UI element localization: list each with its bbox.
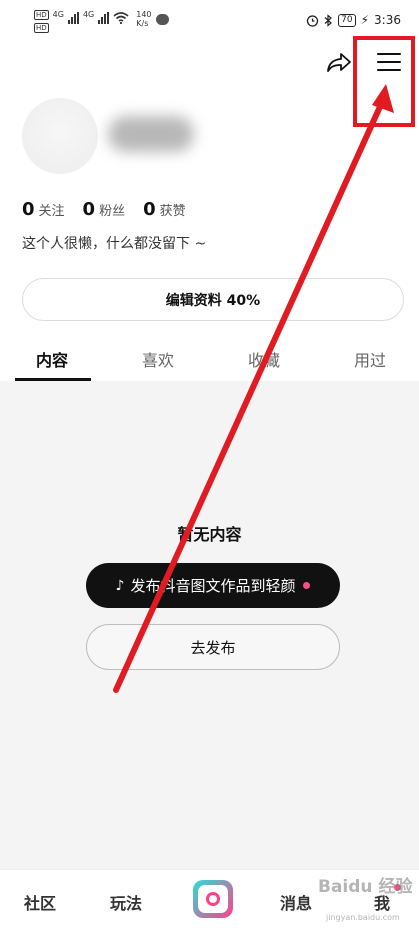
network-type-2: 4G xyxy=(82,10,95,19)
nav-community[interactable]: 社区 xyxy=(24,890,56,914)
stat-followers-count: 0 xyxy=(82,199,96,220)
annotation-highlight-box xyxy=(353,36,415,127)
watermark-url: jingyan.baidu.com xyxy=(326,913,400,922)
hd-badges: HD HD xyxy=(34,10,49,33)
stat-likes-count: 0 xyxy=(143,199,156,220)
bluetooth-icon xyxy=(324,13,333,27)
camera-icon xyxy=(198,885,228,913)
profile-stats: 0 关注 0 粉丝 0 获赞 xyxy=(22,199,186,220)
publish-douyin-label: 发布抖音图文作品到轻颜 xyxy=(130,577,296,595)
stat-likes[interactable]: 0 获赞 xyxy=(143,199,186,220)
signal-icon xyxy=(67,12,79,24)
publish-douyin-button[interactable]: ♪ 发布抖音图文作品到轻颜 xyxy=(86,563,340,608)
nav-messages[interactable]: 消息 xyxy=(280,890,312,914)
watermark: Baidu 经验 xyxy=(318,877,413,897)
hd-badge: HD xyxy=(34,10,49,20)
status-bar: HD HD 4G 4G 140 K/s 70 ⚡ 3:36 xyxy=(0,0,419,40)
share-icon[interactable] xyxy=(326,51,352,73)
charging-icon: ⚡ xyxy=(360,13,370,27)
stat-likes-label: 获赞 xyxy=(159,204,186,219)
avatar[interactable] xyxy=(22,98,98,174)
hd-badge-2: HD xyxy=(34,23,49,33)
notification-dot xyxy=(303,582,311,589)
tab-used[interactable]: 用过 xyxy=(354,347,386,371)
alarm-icon xyxy=(307,14,319,27)
battery-indicator: 70 xyxy=(338,13,356,27)
edit-profile-button[interactable]: 编辑资料 40% xyxy=(22,278,404,321)
camera-lens xyxy=(206,892,220,906)
camera-button[interactable] xyxy=(193,880,233,918)
stat-followers-label: 粉丝 xyxy=(99,204,126,219)
network-type: 4G xyxy=(52,10,64,19)
status-right: 70 ⚡ 3:36 xyxy=(306,13,401,27)
stat-following[interactable]: 0 关注 xyxy=(22,199,65,220)
stat-following-count: 0 xyxy=(22,199,35,220)
message-notification-icon xyxy=(155,14,169,25)
tab-content[interactable]: 内容 xyxy=(36,347,68,371)
tiktok-icon: ♪ xyxy=(115,577,125,594)
net-speed: 140 K/s xyxy=(136,10,151,28)
content-tabs: 内容 喜欢 收藏 用过 xyxy=(0,347,419,381)
wifi-icon xyxy=(113,12,129,24)
clock: 3:36 xyxy=(374,13,401,27)
stat-followers[interactable]: 0 粉丝 xyxy=(83,199,126,220)
nickname-blurred xyxy=(108,116,194,152)
nav-play[interactable]: 玩法 xyxy=(110,890,142,914)
net-speed-unit: K/s xyxy=(136,19,149,28)
tab-liked[interactable]: 喜欢 xyxy=(142,347,174,371)
net-speed-value: 140 xyxy=(136,10,152,19)
status-left: HD HD 4G 4G 140 K/s xyxy=(34,10,169,33)
tab-favorites[interactable]: 收藏 xyxy=(248,347,280,371)
stat-following-label: 关注 xyxy=(38,204,65,219)
empty-state-title: 暂无内容 xyxy=(177,525,242,544)
go-publish-button[interactable]: 去发布 xyxy=(86,624,340,670)
profile-bio: 这个人很懒，什么都没留下 ~ xyxy=(22,236,207,252)
signal-icon-2 xyxy=(98,12,110,24)
